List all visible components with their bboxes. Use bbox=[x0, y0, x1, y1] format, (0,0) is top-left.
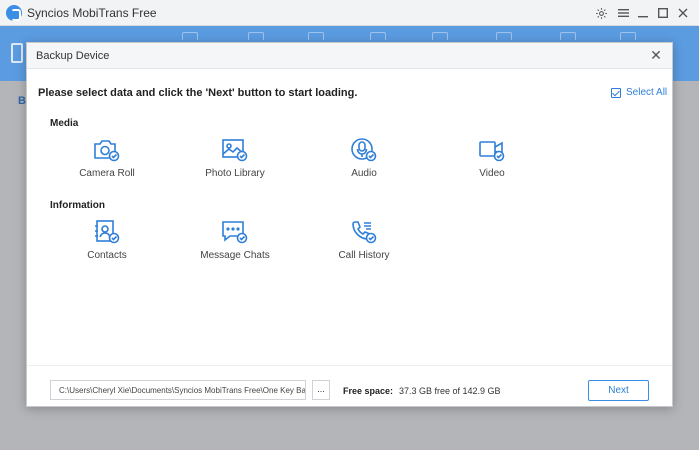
toolbar-tool-icon[interactable] bbox=[496, 32, 512, 40]
browse-button[interactable]: ... bbox=[312, 380, 330, 400]
free-space-label: Free space: bbox=[343, 386, 394, 396]
menu-icon[interactable] bbox=[614, 4, 632, 22]
item-label: Video bbox=[479, 168, 505, 179]
video-camera-icon bbox=[479, 141, 505, 162]
toolbar-tool-icon[interactable] bbox=[432, 32, 448, 40]
item-label: Audio bbox=[351, 168, 377, 179]
select-all-checkbox[interactable]: Select All bbox=[611, 87, 667, 98]
media-item-camera-roll[interactable]: Camera Roll bbox=[52, 137, 162, 179]
info-item-contacts[interactable]: Contacts bbox=[52, 219, 162, 261]
background-label: B bbox=[18, 95, 26, 107]
dialog-close-icon[interactable]: ✕ bbox=[648, 47, 664, 63]
item-label: Call History bbox=[338, 250, 390, 261]
item-label: Contacts bbox=[87, 250, 127, 261]
free-space-value: 37.3 GB free of 142.9 GB bbox=[399, 386, 501, 396]
select-all-label: Select All bbox=[626, 87, 668, 98]
app-title: Syncios MobiTrans Free bbox=[27, 6, 157, 20]
backup-device-dialog: Backup Device ✕ Please select data and c… bbox=[26, 42, 673, 407]
toolbar-tool-icon[interactable] bbox=[560, 32, 576, 40]
dialog-title: Backup Device bbox=[36, 50, 110, 62]
device-icon[interactable] bbox=[11, 43, 23, 63]
microphone-icon bbox=[351, 138, 377, 162]
item-label: Photo Library bbox=[205, 168, 265, 179]
toolbar-tool-icon[interactable] bbox=[370, 32, 386, 40]
media-item-audio[interactable]: Audio bbox=[309, 137, 419, 179]
toolbar-tool-icon[interactable] bbox=[620, 32, 636, 40]
phone-icon bbox=[352, 221, 377, 244]
toolbar-tool-icon[interactable] bbox=[182, 32, 198, 40]
next-button[interactable]: Next bbox=[588, 380, 649, 401]
media-section-title: Media bbox=[50, 118, 79, 129]
close-window-button[interactable] bbox=[674, 4, 692, 22]
info-item-call-history[interactable]: Call History bbox=[309, 219, 419, 261]
maximize-button[interactable] bbox=[654, 4, 672, 22]
chat-icon bbox=[222, 221, 248, 244]
camera-icon bbox=[94, 140, 120, 162]
media-item-video[interactable]: Video bbox=[437, 137, 547, 179]
app-logo-icon bbox=[6, 5, 22, 21]
checkbox-check-icon[interactable] bbox=[611, 87, 621, 98]
backup-path-field[interactable]: C:\Users\Cheryl Xie\Documents\Syncios Mo… bbox=[50, 380, 306, 400]
contacts-icon bbox=[95, 220, 120, 244]
app-titlebar: Syncios MobiTrans Free bbox=[0, 0, 699, 26]
information-section-title: Information bbox=[50, 200, 105, 211]
toolbar-tool-icon[interactable] bbox=[308, 32, 324, 40]
item-label: Message Chats bbox=[200, 250, 270, 261]
info-item-message-chats[interactable]: Message Chats bbox=[180, 219, 290, 261]
toolbar-tool-icon[interactable] bbox=[248, 32, 264, 40]
footer-divider bbox=[27, 365, 672, 366]
media-item-photo-library[interactable]: Photo Library bbox=[180, 137, 290, 179]
instruction-text: Please select data and click the 'Next' … bbox=[38, 87, 358, 99]
minimize-button[interactable] bbox=[634, 4, 652, 22]
settings-icon[interactable] bbox=[592, 4, 610, 22]
item-label: Camera Roll bbox=[79, 168, 135, 179]
dialog-header: Backup Device ✕ bbox=[27, 43, 672, 69]
photo-icon bbox=[222, 139, 248, 162]
